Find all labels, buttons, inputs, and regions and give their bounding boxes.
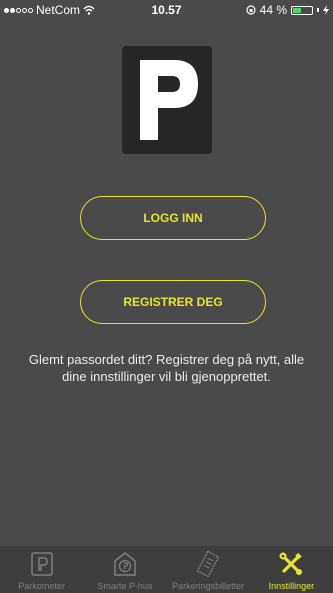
- ticket-icon: [196, 551, 220, 577]
- wrench-screwdriver-icon: [279, 552, 303, 575]
- app-logo: [122, 46, 212, 154]
- tab-innstillinger[interactable]: Innstillinger: [250, 546, 333, 593]
- tab-parkometer[interactable]: Parkometer: [0, 546, 83, 593]
- orientation-lock-icon: [246, 5, 256, 15]
- tab-bar: Parkometer Smarte P-hus Parkeringsbillet…: [0, 546, 333, 593]
- parking-house-icon: [114, 552, 136, 576]
- tab-smarte-p-hus[interactable]: Smarte P-hus: [83, 546, 166, 593]
- battery-tip: [317, 8, 319, 12]
- forgot-password-info: Glemt passordet ditt? Registrer deg på n…: [28, 352, 305, 384]
- charging-icon: [323, 5, 329, 15]
- tab-label: Parkometer: [18, 581, 65, 591]
- battery-icon: [291, 5, 313, 15]
- register-button[interactable]: REGISTRER DEG: [80, 280, 266, 324]
- tab-label: Smarte P-hus: [97, 581, 153, 591]
- status-bar: NetCom 10.57 44 %: [0, 0, 333, 22]
- parking-meter-icon: [30, 552, 53, 576]
- parking-p-logo-icon: [140, 60, 198, 140]
- tab-label: Parkeringsbilletter: [172, 581, 245, 591]
- battery-percent: 44 %: [259, 3, 287, 17]
- login-button[interactable]: LOGG INN: [80, 196, 266, 240]
- tab-parkeringsbilletter[interactable]: Parkeringsbilletter: [167, 546, 250, 593]
- tab-label: Innstillinger: [268, 581, 315, 591]
- status-right: 44 %: [246, 3, 329, 17]
